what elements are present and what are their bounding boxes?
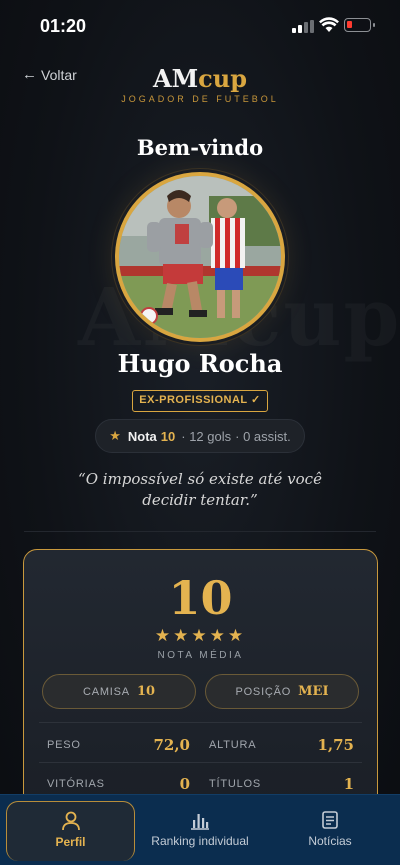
battery-icon: [344, 18, 375, 32]
posicao-chip[interactable]: POSIÇÃO MEI: [205, 674, 359, 709]
player-name: Hugo Rocha: [117, 349, 283, 378]
status-time: 01:20: [40, 16, 87, 36]
camisa-value: 10: [136, 684, 156, 699]
summary-pill: ★ Nota 10 · 12 gols · 0 assist.: [95, 419, 305, 453]
nota-label: Nota: [127, 428, 157, 444]
assists-count: · 0 assist.: [235, 428, 291, 444]
screen: AMcup 01:20 ← Voltar AMcup JOGADOR DE FU…: [0, 0, 400, 865]
avatar: [115, 172, 285, 342]
row-divider: [39, 722, 362, 723]
person-icon: [61, 811, 80, 831]
tab-noticias[interactable]: Notícias: [280, 801, 380, 861]
brand-subtitle: JOGADOR DE FUTEBOL: [121, 94, 279, 104]
player-photo: [119, 176, 281, 338]
player-quote: “O impossível só existe até você decidir…: [78, 470, 322, 509]
status-bar: 01:20: [0, 0, 400, 52]
nota-value: 10: [160, 428, 176, 444]
wifi-icon: [319, 17, 339, 32]
row-divider: [39, 762, 362, 763]
welcome-heading: Bem-vindo: [136, 135, 264, 160]
posicao-value: MEI: [298, 684, 329, 699]
average-label: NOTA MÉDIA: [157, 650, 244, 661]
average-score: 10: [168, 571, 233, 625]
news-icon: [322, 811, 338, 829]
brand-logo: AMcup: [152, 64, 248, 93]
tab-perfil[interactable]: Perfil: [6, 801, 135, 861]
tab-ranking[interactable]: Ranking individual: [140, 801, 260, 861]
rating-stars: ★★★★★: [154, 626, 247, 646]
status-badge: EX-PROFISSIONAL ✓: [132, 390, 268, 412]
tab-bar: Perfil Ranking individual Notícias: [0, 794, 400, 865]
star-icon: ★: [109, 428, 121, 443]
camisa-label: CAMISA: [82, 685, 130, 698]
divider: [24, 531, 376, 532]
bar-chart-icon: [191, 814, 209, 830]
cellular-signal-icon: [292, 20, 314, 33]
posicao-label: POSIÇÃO: [235, 685, 292, 698]
camisa-chip[interactable]: CAMISA 10: [42, 674, 196, 709]
goals-count: · 12 gols: [181, 428, 232, 444]
